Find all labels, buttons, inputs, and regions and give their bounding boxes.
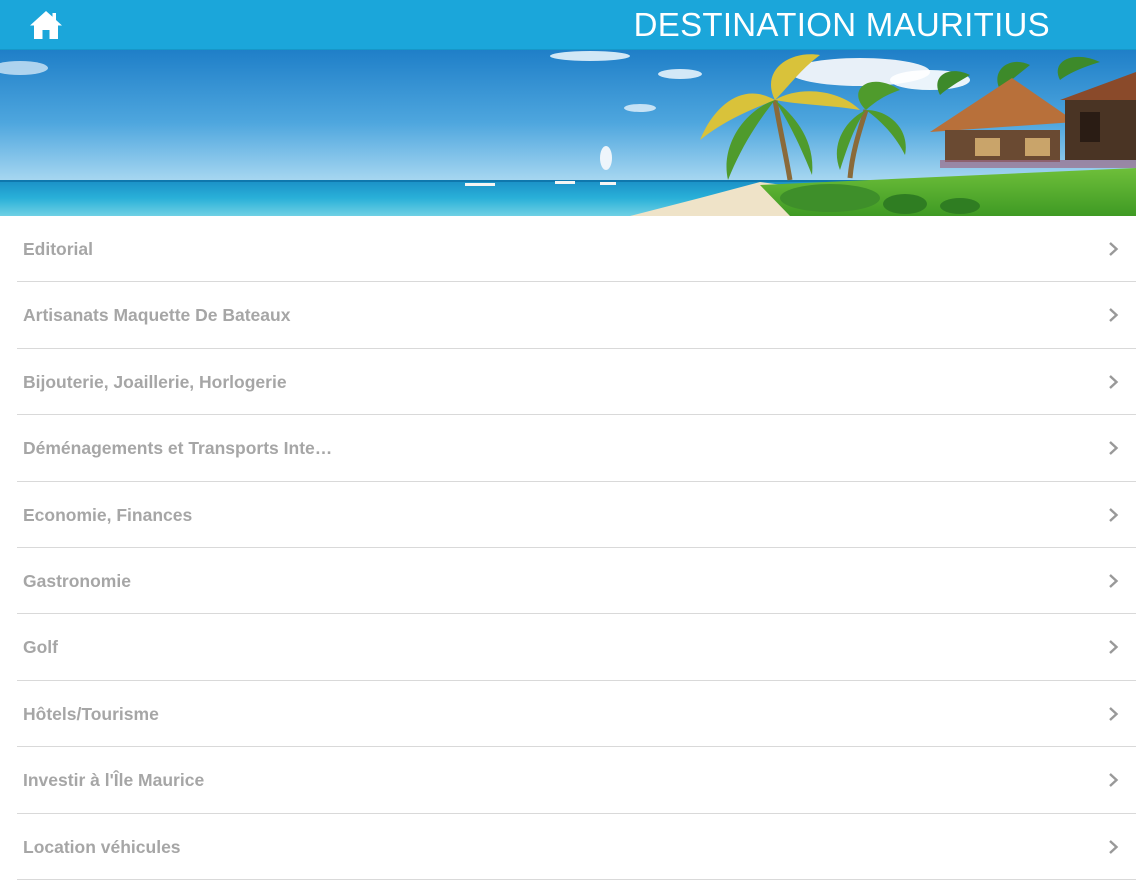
list-item-label: Economie, Finances — [23, 504, 193, 525]
list-item-label: Golf — [23, 637, 58, 658]
list-item-label: Location véhicules — [23, 836, 181, 857]
chevron-right-icon — [1109, 507, 1119, 522]
list-item-label: Investir à l'Île Maurice — [23, 770, 205, 791]
list-item-label: Gastronomie — [23, 570, 131, 591]
list-item[interactable]: Location véhicules — [0, 814, 1136, 880]
top-bar: DESTINATION MAURITIUS — [0, 0, 1136, 50]
list-item-label: Déménagements et Transports Inte… — [23, 438, 333, 459]
chevron-right-icon — [1109, 640, 1119, 655]
list-item[interactable]: Bijouterie, Joaillerie, Horlogerie — [0, 349, 1136, 416]
list-item[interactable]: Editorial — [0, 216, 1136, 283]
list-item-label: Editorial — [23, 239, 94, 259]
list-item[interactable]: Artisanats Maquette De Bateaux — [0, 282, 1136, 350]
category-list: Editorial Artisanats Maquette De Bateaux… — [0, 216, 1136, 880]
home-button[interactable] — [26, 6, 66, 44]
list-item[interactable]: Hôtels/Tourisme — [0, 681, 1136, 748]
list-item[interactable]: Economie, Finances — [0, 482, 1136, 549]
page-title: DESTINATION MAURITIUS — [633, 6, 1050, 43]
chevron-right-icon — [1109, 441, 1119, 456]
chevron-right-icon — [1109, 308, 1119, 323]
list-item-label: Artisanats Maquette De Bateaux — [23, 305, 291, 326]
chevron-right-icon — [1109, 374, 1119, 389]
list-item[interactable]: Déménagements et Transports Inte… — [0, 415, 1136, 482]
list-item[interactable]: Gastronomie — [0, 548, 1136, 615]
chevron-right-icon — [1109, 773, 1119, 788]
chevron-right-icon — [1109, 706, 1119, 721]
beach-banner-image — [0, 50, 1136, 216]
list-item[interactable]: Investir à l'Île Maurice — [0, 747, 1136, 814]
chevron-right-icon — [1109, 242, 1119, 256]
chevron-right-icon — [1109, 839, 1119, 854]
home-icon — [30, 11, 62, 39]
chevron-right-icon — [1109, 574, 1119, 588]
list-item[interactable]: Golf — [0, 614, 1136, 682]
list-item-label: Hôtels/Tourisme — [23, 703, 159, 724]
list-item-label: Bijouterie, Joaillerie, Horlogerie — [23, 371, 287, 392]
